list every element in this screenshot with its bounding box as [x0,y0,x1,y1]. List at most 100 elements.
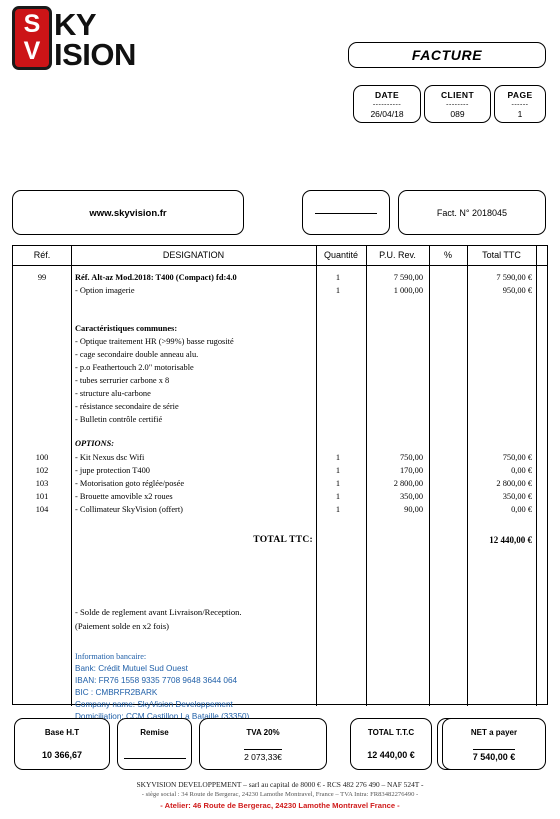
total-value: 7 540,00 € [472,749,516,763]
row-quantity: 1 [335,286,341,295]
row-designation: - Option imagerie [75,286,135,295]
bank-info-line: BIC : CMBRFR2BARK [75,688,158,697]
column-divider [536,246,537,265]
website-box: www.skyvision.fr [12,190,244,235]
row-unit-price: 7 590,00 [393,273,423,282]
row-quantity: 1 [335,466,341,475]
row-ref: 100 [35,453,49,462]
row-total: 2 800,00 € [496,479,532,488]
column-divider [71,266,72,706]
column-divider [536,266,537,706]
invoice-page: S V KY ISION FACTURE DATE ---------- 26/… [0,0,560,819]
column-header-unit-price: P.U. Rev. [379,250,416,260]
bank-info-line: IBAN: FR76 1558 9335 7708 9648 3644 064 [75,676,238,685]
footer-line-address: - siège social : 34 Route de Bergerac, 2… [141,791,419,798]
row-unit-price: 1 000,00 [393,286,423,295]
row-quantity: 1 [335,492,341,501]
column-divider [429,246,430,265]
row-ref: 99 [37,273,47,282]
total-label: NET a payer [470,728,518,737]
row-total: 7 590,00 € [496,273,532,282]
line-items-table: Réf. DESIGNATION Quantité P.U. Rev. % To… [12,245,548,721]
row-total: 750,00 € [502,453,532,462]
column-divider [366,246,367,265]
page-dashes: ------ [511,100,529,108]
row-unit-price: 2 800,00 [393,479,423,488]
invoice-number-box: Fact. N° 2018045 [398,190,546,235]
logo-badge-icon: S V [12,6,52,70]
logo-word-bottom: ISION [54,37,136,72]
options-title: OPTIONS: [75,439,115,448]
row-quantity: 1 [335,273,341,282]
total-ttc-value: 12 440,00 € [489,535,532,545]
date-box: DATE ---------- 26/04/18 [353,85,421,123]
row-designation: - Kit Nexus dsc Wifi [75,453,145,462]
row-total: 0,00 € [511,466,532,475]
column-header-ref: Réf. [33,250,51,260]
client-box: CLIENT -------- 089 [424,85,491,123]
row-designation: - Brouette amovible x2 roues [75,492,173,501]
total-value-rule [123,758,186,760]
column-header-quantity: Quantité [323,250,359,260]
client-dashes: -------- [446,100,469,108]
logo-badge-letter-bottom: V [23,37,41,65]
row-total: 350,00 € [502,492,532,501]
row-unit-price: 750,00 [399,453,423,462]
total-label: TVA 20% [246,728,280,737]
feature-item: - Optique traitement HR (>99%) basse rug… [75,337,234,346]
client-value: 089 [450,109,465,119]
logo-badge-letter-top: S [23,10,41,38]
feature-item: - Bulletin contrôle certifié [75,415,163,424]
column-header-designation: DESIGNATION [162,250,225,260]
page-footer: SKYVISION DEVELOPPEMENT – sarl au capita… [0,779,560,811]
total-box-tva: TVA 20% 2 073,33€ [199,718,327,770]
total-value: 10 366,67 [41,750,83,760]
payment-note: (Paiement solde en x2 fois) [75,621,170,631]
row-designation: Réf. Alt-az Mod.2018: T400 (Compact) fd:… [75,273,237,282]
logo-word-top: KY [54,7,97,42]
feature-item: - résistance secondaire de série [75,402,179,411]
column-header-percent: % [443,250,452,260]
total-box-base-ht: Base H.T 10 366,67 [14,718,110,770]
row-total: 0,00 € [511,505,532,514]
total-label: TOTAL T.T.C [367,728,415,737]
document-type-label: FACTURE [411,47,483,63]
date-value: 26/04/18 [370,109,404,119]
total-label: Base H.T [44,728,80,737]
payment-note: - Solde de reglement avant Livraison/Rec… [75,607,242,617]
row-quantity: 1 [335,453,341,462]
column-divider [71,246,72,265]
row-designation: - Motorisation goto réglée/posée [75,479,185,488]
column-divider [316,246,317,265]
feature-item: - cage secondaire double anneau alu. [75,350,199,359]
footer-line-legal: SKYVISION DEVELOPPEMENT – sarl au capita… [136,780,424,789]
row-designation: - Collimateur SkyVision (offert) [75,505,183,514]
row-quantity: 1 [335,479,341,488]
feature-item: - p.o Feathertouch 2.0" motorisable [75,363,194,372]
row-total: 950,00 € [502,286,532,295]
total-value: 12 440,00 € [367,750,415,760]
footer-line-workshop: - Atelier: 46 Route de Bergerac, 24230 L… [160,801,400,810]
page-box: PAGE ------ 1 [494,85,546,123]
total-label: Remise [140,728,169,737]
table-header-row: Réf. DESIGNATION Quantité P.U. Rev. % To… [13,246,547,266]
row-unit-price: 90,00 [404,505,423,514]
total-box-total-ttc: TOTAL T.T.C 12 440,00 € [350,718,432,770]
bank-info-line: Company name: SkyVision Developpement [75,700,233,709]
invoice-number-text: Fact. N° 2018045 [436,208,508,218]
table-body: 99 Réf. Alt-az Mod.2018: T400 (Compact) … [13,266,547,721]
row-unit-price: 350,00 [399,492,423,501]
row-designation: - jupe protection T400 [75,466,150,475]
website-text: www.skyvision.fr [89,208,167,219]
blank-box [302,190,390,235]
total-box-net-a-payer: NET a payer 7 540,00 € [442,718,546,770]
blank-box-rule [315,213,377,214]
bank-info-title: Information bancaire: [75,652,147,661]
row-quantity: 1 [335,505,341,514]
feature-item: - structure alu-carbone [75,389,151,398]
column-header-total: Total TTC [482,250,521,260]
page-value: 1 [517,109,523,119]
total-value: 2 073,33€ [244,749,282,763]
row-ref: 101 [35,492,49,501]
row-ref: 102 [35,466,49,475]
